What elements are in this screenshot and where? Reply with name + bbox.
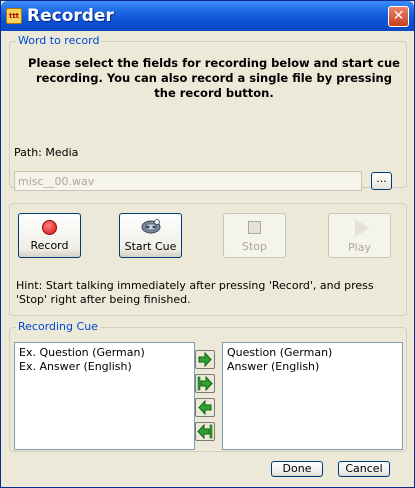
record-icon (42, 220, 57, 235)
play-label: Play (348, 241, 371, 254)
play-button[interactable]: Play (328, 213, 391, 258)
available-fields-list[interactable]: Ex. Question (German) Ex. Answer (Englis… (14, 342, 195, 450)
browse-button[interactable]: ... (371, 172, 392, 190)
remove-field-button[interactable] (195, 398, 215, 417)
list-item[interactable]: Ex. Answer (English) (19, 360, 190, 374)
recording-cue-label: Recording Cue (16, 320, 100, 333)
record-label: Record (30, 239, 69, 252)
add-all-fields-button[interactable] (195, 374, 215, 393)
record-button[interactable]: Record (18, 213, 81, 258)
double-arrow-left-icon (197, 424, 213, 439)
done-button[interactable]: Done (271, 461, 323, 477)
list-item[interactable]: Answer (English) (227, 360, 398, 374)
close-icon: ✕ (392, 8, 405, 24)
remove-all-fields-button[interactable] (195, 422, 215, 441)
path-label: Path: Media (14, 146, 79, 159)
list-item[interactable]: Ex. Question (German) (19, 346, 190, 360)
word-to-record-label: Word to record (16, 34, 102, 47)
play-icon (355, 219, 369, 237)
double-arrow-right-icon (197, 376, 213, 391)
arrow-right-icon (198, 352, 212, 367)
list-item[interactable]: Question (German) (227, 346, 398, 360)
app-icon: ttt (6, 8, 22, 24)
stop-button[interactable]: Stop (223, 213, 286, 258)
transport-group: Record Start Cue Stop Play Hint: Start t… (9, 203, 407, 316)
cue-recorder-icon (141, 219, 160, 234)
instructions-text: Please select the fields for recording b… (28, 56, 400, 100)
start-cue-button[interactable]: Start Cue (119, 213, 182, 258)
cancel-button[interactable]: Cancel (338, 461, 390, 477)
title-bar[interactable]: ttt Recorder ✕ (1, 1, 414, 31)
word-to-record-group: Word to record Please select the fields … (9, 34, 407, 191)
arrow-left-icon (198, 400, 212, 415)
window-title: Recorder (27, 6, 114, 26)
start-cue-label: Start Cue (124, 240, 177, 253)
file-path-field: misc__00.wav (14, 171, 362, 191)
hint-text: Hint: Start talking immediately after pr… (16, 279, 374, 306)
add-field-button[interactable] (195, 350, 215, 369)
stop-label: Stop (241, 240, 267, 253)
close-button[interactable]: ✕ (388, 6, 409, 27)
stop-icon (248, 221, 261, 234)
selected-fields-list[interactable]: Question (German) Answer (English) (222, 342, 403, 450)
recorder-window: ttt Recorder ✕ Word to record Please sel… (0, 0, 415, 488)
recording-cue-group: Recording Cue Ex. Question (German) Ex. … (9, 320, 407, 452)
